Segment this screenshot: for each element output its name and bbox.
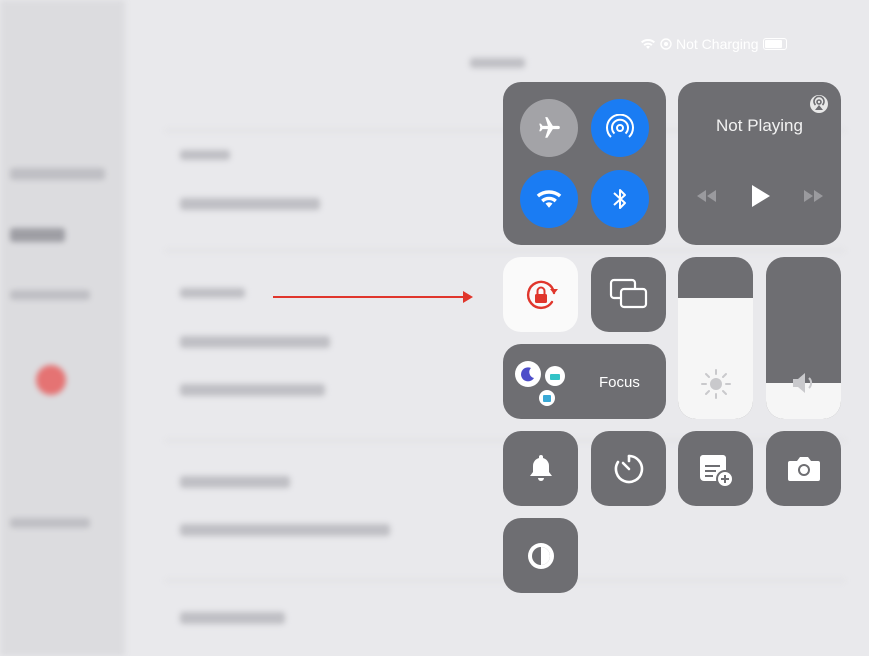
airdrop-button[interactable] [591,99,649,157]
blur-bar [10,290,90,300]
blur-bar [10,228,65,242]
screen-mirroring-button[interactable] [591,257,666,332]
quick-note-button[interactable] [678,431,753,506]
blur-bar [180,150,230,160]
wifi-button[interactable] [520,170,578,228]
blur-bar [180,384,325,396]
play-icon[interactable] [749,184,771,208]
screen-mirroring-icon [609,278,648,309]
wifi-status-icon [641,38,655,49]
now-playing-title: Not Playing [716,116,803,135]
wifi-icon [536,190,562,208]
blur-bar [10,168,105,180]
blur-bar [470,58,525,68]
camera-icon [788,457,820,481]
blur-bar [180,524,390,536]
airplane-mode-button[interactable] [520,99,578,157]
timer-icon [614,454,644,484]
blur-bar [180,198,320,210]
focus-button[interactable]: Focus [503,344,666,419]
airplane-icon [539,117,560,138]
bluetooth-button[interactable] [591,170,649,228]
blur-bar [180,288,245,298]
location-status-icon [660,38,672,50]
notes-icon [700,455,734,488]
focus-label: Focus [599,374,640,391]
bell-icon [530,455,552,481]
brightness-icon [701,369,731,399]
timer-button[interactable] [591,431,666,506]
sleep-icon [545,366,565,386]
blur-bar [10,518,90,528]
fast-forward-icon[interactable] [802,189,826,203]
media-controls [678,184,841,208]
moon-icon [515,361,541,387]
rewind-icon[interactable] [694,189,718,203]
blur-bar [180,336,330,348]
camera-button[interactable] [766,431,841,506]
dark-mode-button[interactable] [503,518,578,593]
bluetooth-icon [613,189,626,209]
charging-status-text: Not Charging [676,36,759,52]
work-icon [539,390,555,406]
dark-mode-icon [528,543,554,569]
rotation-lock-button[interactable] [503,257,578,332]
blur-bar [180,476,290,488]
background-sidebar [0,0,125,656]
connectivity-module [503,82,666,245]
airdrop-icon [606,114,634,138]
status-bar: Not Charging [640,36,787,52]
brightness-slider[interactable] [678,257,753,419]
now-playing-module[interactable]: Not Playing [678,82,841,245]
volume-icon [793,373,813,393]
volume-slider[interactable] [766,257,841,419]
blur-dot [36,365,66,395]
blur-bar [180,612,285,624]
annotation-arrow [273,291,473,303]
silent-mode-button[interactable] [503,431,578,506]
brightness-slider-fill [678,297,753,419]
blur-divider [165,250,845,251]
rotation-lock-icon [527,280,558,309]
airplay-icon[interactable] [809,94,829,114]
battery-icon [762,38,787,50]
